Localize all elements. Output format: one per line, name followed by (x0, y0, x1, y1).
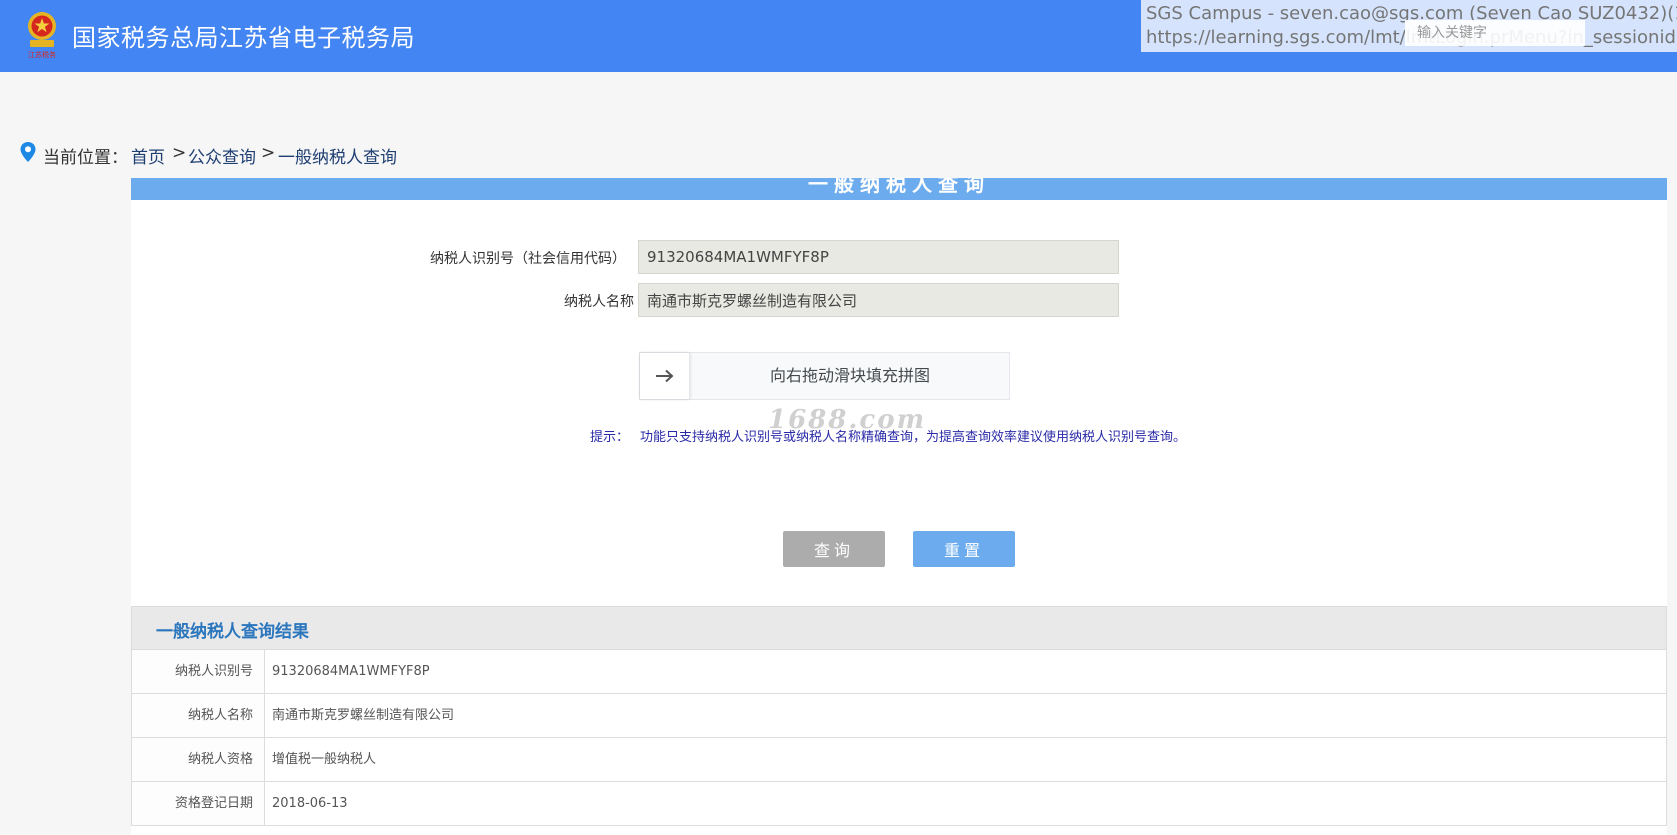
results-title: 一般纳税人查询结果 (156, 622, 309, 642)
breadcrumb-current-page: 一般纳税人查询 (278, 148, 397, 168)
site-title: 国家税务总局江苏省电子税务局 (72, 24, 415, 52)
taxpayer-id-label: 纳税人识别号（社会信用代码） (430, 251, 626, 267)
table-row: 纳税人名称 南通市斯克罗螺丝制造有限公司 (131, 694, 1667, 738)
taxpayer-name-label: 纳税人名称 (564, 294, 634, 310)
panel-heading: 一般纳税人查询 (808, 178, 990, 196)
result-value: 南通市斯克罗螺丝制造有限公司 (272, 708, 455, 723)
slider-captcha-text: 向右拖动滑块填充拼图 (769, 366, 930, 385)
tip-label: 提示： (590, 430, 630, 445)
breadcrumb-separator: > (172, 143, 187, 163)
breadcrumb-separator: > (261, 143, 276, 163)
arrow-right-icon (655, 369, 673, 383)
query-button[interactable]: 查询 (783, 531, 885, 567)
panel-heading-bar: 一般纳税人查询 (131, 178, 1667, 200)
result-value: 增值税一般纳税人 (272, 752, 377, 767)
table-row: 纳税人资格 增值税一般纳税人 (131, 738, 1667, 782)
result-label: 纳税人资格 (132, 738, 265, 781)
result-value: 91320684MA1WMFYF8P (272, 664, 430, 679)
reset-button[interactable]: 重置 (913, 531, 1015, 567)
slider-captcha-handle[interactable] (640, 353, 690, 399)
emblem-caption: 江苏税务 (28, 50, 56, 59)
national-emblem-icon: 江苏税务 (28, 12, 56, 59)
keyword-search-input[interactable] (1405, 20, 1585, 46)
breadcrumb-public-query-link[interactable]: 公众查询 (188, 143, 256, 168)
location-pin-icon (20, 142, 36, 162)
taxpayer-name-input[interactable] (638, 283, 1119, 317)
table-row: 纳税人识别号 91320684MA1WMFYF8P (131, 650, 1667, 694)
result-value: 2018-06-13 (272, 796, 348, 811)
result-label: 纳税人识别号 (132, 650, 265, 693)
breadcrumb-home-link[interactable]: 首页 (131, 143, 165, 168)
results-header (131, 606, 1667, 650)
tip-text: 功能只支持纳税人识别号或纳税人名称精确查询，为提高查询效率建议使用纳税人识别号查… (640, 430, 1187, 445)
table-row: 资格登记日期 2018-06-13 (131, 782, 1667, 826)
result-label: 纳税人名称 (132, 694, 265, 737)
breadcrumb-label: 当前位置： (43, 148, 128, 168)
result-label: 资格登记日期 (132, 782, 265, 825)
taxpayer-id-input[interactable] (638, 240, 1119, 274)
